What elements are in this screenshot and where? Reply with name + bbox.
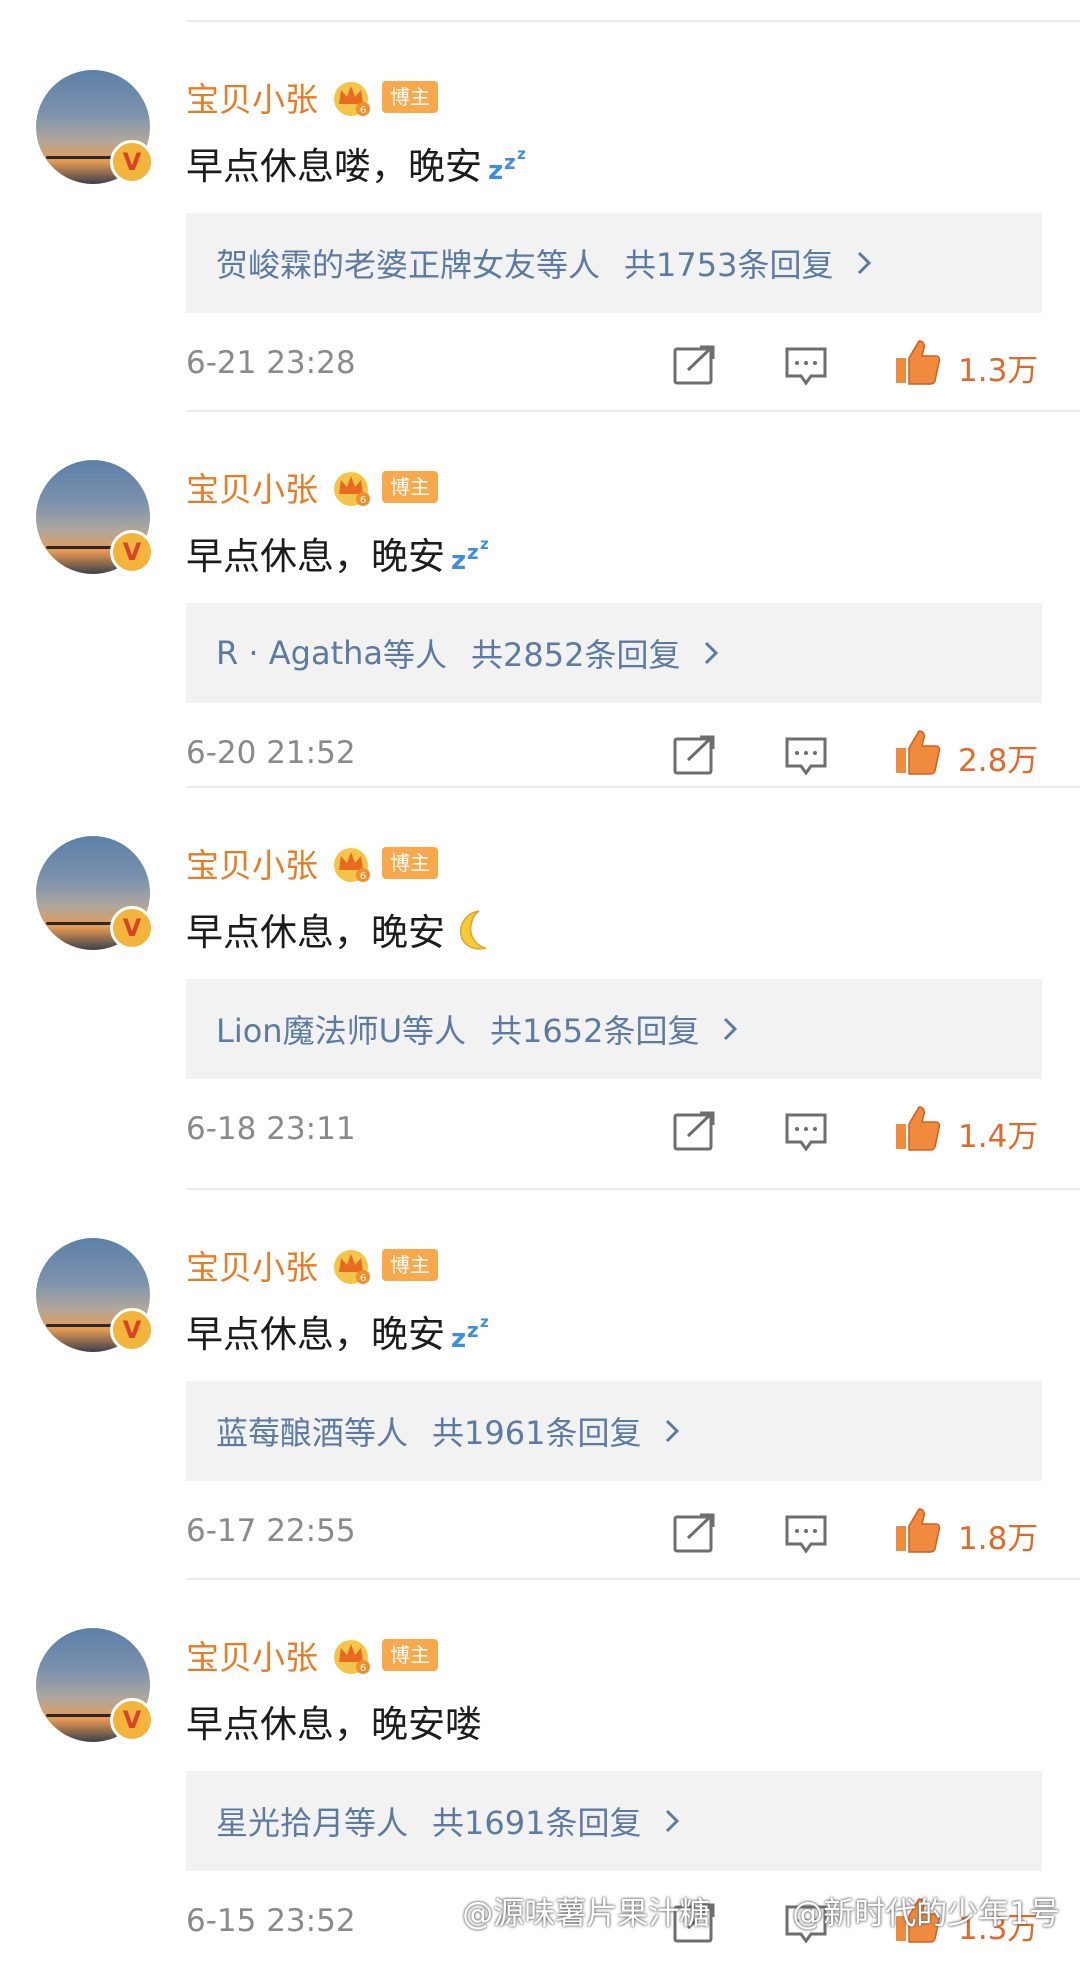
chevron-right-icon (666, 1419, 680, 1443)
share-icon[interactable] (672, 1512, 718, 1554)
divider (186, 1188, 1080, 1190)
svg-text:z: z (467, 540, 479, 564)
comment-icon[interactable] (783, 1110, 829, 1154)
svg-text:z: z (451, 1324, 466, 1353)
share-icon[interactable] (672, 1110, 718, 1152)
user-row: 宝贝小张 6 博主 (186, 74, 438, 120)
timestamp: 6-18 23:11 (186, 1111, 356, 1147)
username[interactable]: 宝贝小张 (186, 463, 318, 511)
like-count: 1.3万 (958, 353, 1039, 389)
comment-icon[interactable] (783, 734, 829, 778)
comment-item: V 宝贝小张 6 博主 早点休息喽，晚安 z z z 贺峻霖的老婆正牌女友 等人 … (0, 20, 1080, 420)
svg-text:z: z (467, 1318, 479, 1342)
comment-item: V 宝贝小张 6 博主 早点休息，晚安 Lion魔法师U 等人 共1652条回复 … (0, 786, 1080, 1186)
thumbs-up-icon[interactable] (893, 1895, 941, 1945)
verified-v-icon: V (110, 530, 154, 574)
user-row: 宝贝小张 6 博主 (186, 1242, 438, 1288)
timestamp: 6-17 22:55 (186, 1513, 356, 1549)
chevron-right-icon (724, 1017, 738, 1041)
reply-summary[interactable]: 蓝莓酿酒 等人 共1961条回复 (186, 1381, 1042, 1481)
verified-v-icon: V (110, 906, 154, 950)
blogger-badge: 博主 (382, 847, 438, 879)
comment-icon[interactable] (783, 1512, 829, 1556)
comment-text: 早点休息，晚安 z z z (186, 1304, 499, 1358)
chevron-right-icon (666, 1809, 680, 1833)
vip-crown-icon: 6 (334, 848, 370, 882)
svg-text:6: 6 (360, 1663, 366, 1674)
blogger-badge: 博主 (382, 81, 438, 113)
blogger-badge: 博主 (382, 1639, 438, 1671)
verified-v-icon: V (110, 1308, 154, 1352)
thumbs-up-icon[interactable] (893, 337, 941, 387)
user-row: 宝贝小张 6 博主 (186, 464, 438, 510)
svg-text:6: 6 (360, 105, 366, 116)
username[interactable]: 宝贝小张 (186, 839, 318, 887)
like-count: 1.4万 (958, 1119, 1039, 1155)
svg-text:6: 6 (360, 1273, 366, 1284)
reply-summary[interactable]: 星光拾月 等人 共1691条回复 (186, 1771, 1042, 1871)
avatar[interactable]: V (36, 70, 154, 184)
username[interactable]: 宝贝小张 (186, 73, 318, 121)
reply-summary[interactable]: Lion魔法师U 等人 共1652条回复 (186, 979, 1042, 1079)
verified-v-icon: V (110, 140, 154, 184)
reply-summary[interactable]: 贺峻霖的老婆正牌女友 等人 共1753条回复 (186, 213, 1042, 313)
share-icon[interactable] (672, 1902, 718, 1944)
like-count: 1.8万 (958, 1521, 1039, 1557)
vip-crown-icon: 6 (334, 472, 370, 506)
timestamp: 6-15 23:52 (186, 1903, 356, 1939)
comment-text: 早点休息，晚安喽 (186, 1703, 482, 1746)
svg-text:z: z (517, 145, 526, 163)
divider (186, 786, 1080, 788)
thumbs-up-icon[interactable] (893, 727, 941, 777)
user-row: 宝贝小张 6 博主 (186, 1632, 438, 1678)
chevron-right-icon (858, 251, 872, 275)
zzz-icon: z z z (451, 1313, 489, 1353)
thumbs-up-icon[interactable] (893, 1103, 941, 1153)
chevron-right-icon (705, 641, 719, 665)
comment-icon[interactable] (783, 344, 829, 388)
svg-text:z: z (504, 150, 516, 174)
zzz-icon: z z z (451, 535, 489, 575)
avatar[interactable]: V (36, 460, 154, 574)
comment-text: 早点休息喽，晚安 z z z (186, 136, 536, 190)
username[interactable]: 宝贝小张 (186, 1241, 318, 1289)
svg-text:z: z (451, 546, 466, 575)
svg-text:z: z (480, 1313, 489, 1331)
comment-text: 早点休息，晚安 z z z (186, 526, 499, 580)
divider (186, 1578, 1080, 1580)
vip-crown-icon: 6 (334, 1640, 370, 1674)
username[interactable]: 宝贝小张 (186, 1631, 318, 1679)
svg-text:z: z (480, 535, 489, 553)
user-row: 宝贝小张 6 博主 (186, 840, 438, 886)
share-icon[interactable] (672, 344, 718, 386)
svg-text:z: z (488, 156, 503, 185)
like-count: 1.3万 (958, 1911, 1039, 1947)
zzz-icon: z z z (488, 145, 526, 185)
comment-item: V 宝贝小张 6 博主 早点休息，晚安 z z z 蓝莓酿酒 等人 共1961条回… (0, 1188, 1080, 1588)
avatar[interactable]: V (36, 1238, 154, 1352)
verified-v-icon: V (110, 1698, 154, 1742)
share-icon[interactable] (672, 734, 718, 776)
reply-summary[interactable]: R · Agatha 等人 共2852条回复 (186, 603, 1042, 703)
vip-crown-icon: 6 (334, 1250, 370, 1284)
vip-crown-icon: 6 (334, 82, 370, 116)
moon-icon (459, 910, 488, 950)
comment-text: 早点休息，晚安 (186, 902, 499, 956)
divider (186, 410, 1080, 412)
avatar[interactable]: V (36, 1628, 154, 1742)
svg-text:6: 6 (360, 495, 366, 506)
timestamp: 6-21 23:28 (186, 345, 356, 381)
blogger-badge: 博主 (382, 471, 438, 503)
comment-item: V 宝贝小张 6 博主 早点休息，晚安喽 星光拾月 等人 共1691条回复 6-1… (0, 1578, 1080, 1978)
blogger-badge: 博主 (382, 1249, 438, 1281)
like-count: 2.8万 (958, 743, 1039, 779)
svg-text:6: 6 (360, 871, 366, 882)
timestamp: 6-20 21:52 (186, 735, 356, 771)
comment-item: V 宝贝小张 6 博主 早点休息，晚安 z z z R · Agatha 等人 共… (0, 410, 1080, 810)
comment-icon[interactable] (783, 1902, 829, 1946)
avatar[interactable]: V (36, 836, 154, 950)
divider (186, 20, 1080, 22)
thumbs-up-icon[interactable] (893, 1505, 941, 1555)
